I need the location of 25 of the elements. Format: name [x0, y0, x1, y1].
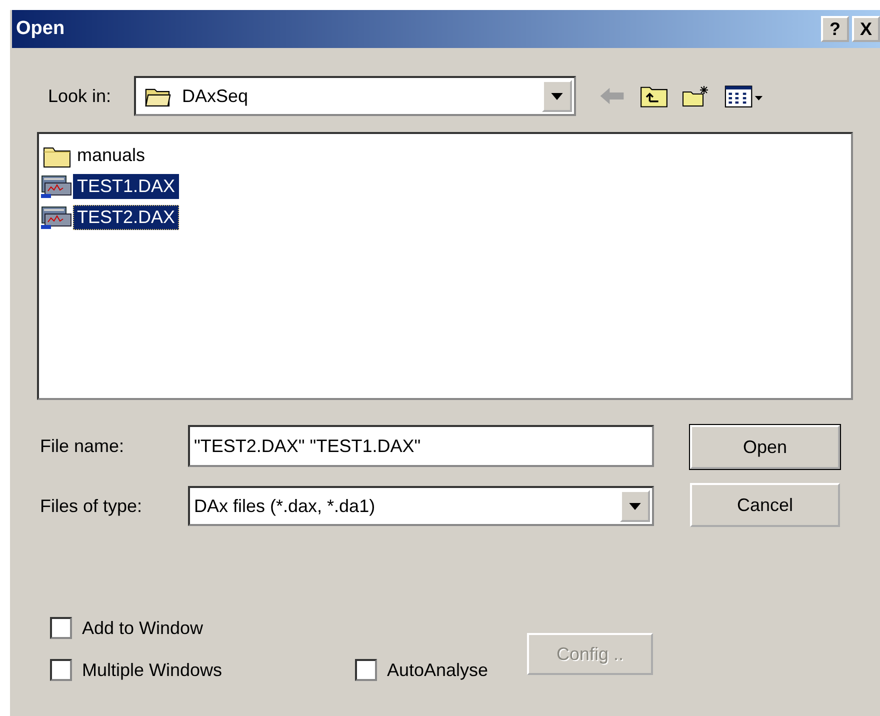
- document-icon: [41, 206, 73, 230]
- checkbox[interactable]: [50, 659, 72, 681]
- open-button[interactable]: Open: [690, 425, 840, 469]
- file-name-field[interactable]: "TEST2.DAX" "TEST1.DAX": [188, 425, 654, 467]
- document-icon: [41, 174, 73, 198]
- file-item[interactable]: manuals: [73, 143, 150, 168]
- close-button[interactable]: X: [852, 16, 880, 42]
- checkbox-label: AutoAnalyse: [387, 660, 488, 680]
- file-name-label: File name:: [40, 436, 126, 456]
- up-folder-icon[interactable]: [640, 84, 668, 108]
- checkbox[interactable]: [355, 659, 377, 681]
- checkbox-label: Multiple Windows: [82, 660, 222, 680]
- view-menu-icon[interactable]: [724, 84, 764, 108]
- cancel-button[interactable]: Cancel: [690, 483, 840, 527]
- checkbox-label: Add to Window: [82, 618, 204, 638]
- file-item[interactable]: TEST2.DAX: [73, 205, 180, 230]
- file-item[interactable]: TEST1.DAX: [73, 174, 180, 199]
- file-type-label: Files of type:: [40, 496, 144, 516]
- look-in-dropdown[interactable]: DAxSeq: [134, 76, 576, 116]
- new-folder-icon[interactable]: [682, 84, 710, 108]
- help-button[interactable]: ?: [821, 16, 849, 42]
- file-type-dropdown[interactable]: DAx files (*.dax, *.da1): [188, 486, 654, 526]
- checkbox[interactable]: [50, 617, 72, 639]
- look-in-label: Look in:: [48, 86, 112, 106]
- window-title: Open: [16, 18, 65, 40]
